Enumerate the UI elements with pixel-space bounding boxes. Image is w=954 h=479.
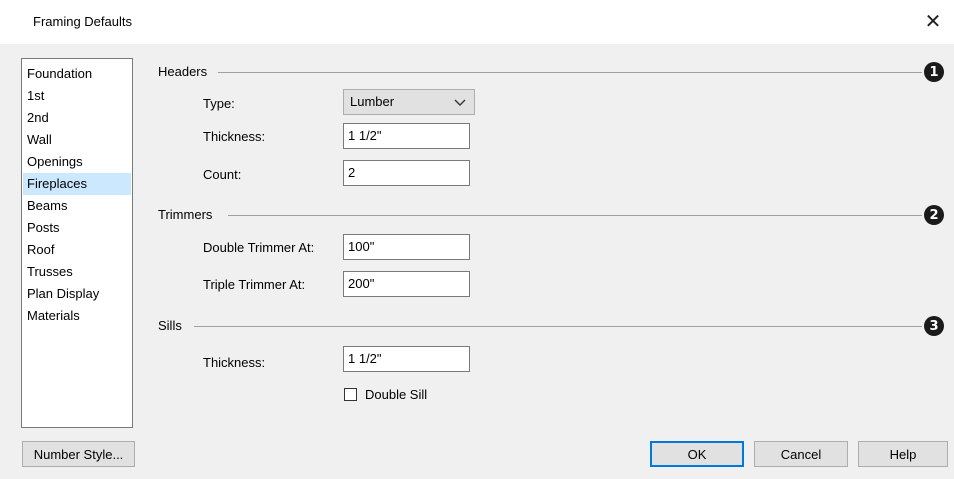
headers-section-label: Headers xyxy=(158,64,208,79)
close-icon: ✕ xyxy=(924,10,942,33)
sill-thickness-input[interactable]: 1 1/2" xyxy=(343,346,470,372)
triple-trimmer-label: Triple Trimmer At: xyxy=(203,277,306,292)
cancel-button[interactable]: Cancel xyxy=(754,441,848,467)
double-sill-label[interactable]: Double Sill xyxy=(365,387,427,402)
header-type-value: Lumber xyxy=(350,94,395,109)
nav-item-plan-display[interactable]: Plan Display xyxy=(23,283,131,305)
headers-divider xyxy=(218,72,922,73)
dialog-title: Framing Defaults xyxy=(33,14,132,29)
category-list[interactable]: Foundation 1st 2nd Wall Openings Firepla… xyxy=(21,58,133,428)
framing-defaults-dialog: Framing Defaults ✕ Foundation 1st 2nd Wa… xyxy=(0,0,954,479)
nav-item-fireplaces[interactable]: Fireplaces xyxy=(23,173,131,195)
close-button[interactable]: ✕ xyxy=(920,8,946,34)
sills-section-label: Sills xyxy=(158,318,182,333)
callout-badge-2: 2 xyxy=(924,205,944,225)
nav-item-openings[interactable]: Openings xyxy=(23,151,131,173)
double-sill-checkbox[interactable] xyxy=(344,388,357,401)
callout-badge-1: 1 xyxy=(924,62,944,82)
header-type-select[interactable]: Lumber xyxy=(343,89,475,115)
header-thickness-input[interactable]: 1 1/2" xyxy=(343,123,470,149)
nav-item-beams[interactable]: Beams xyxy=(23,195,131,217)
trimmers-section-label: Trimmers xyxy=(158,207,213,222)
triple-trimmer-input[interactable]: 200" xyxy=(343,271,470,297)
nav-item-posts[interactable]: Posts xyxy=(23,217,131,239)
nav-item-foundation[interactable]: Foundation xyxy=(23,63,131,85)
header-count-label: Count: xyxy=(203,167,242,182)
sills-divider xyxy=(194,326,922,327)
nav-item-trusses[interactable]: Trusses xyxy=(23,261,131,283)
number-style-button[interactable]: Number Style... xyxy=(22,441,135,467)
nav-item-materials[interactable]: Materials xyxy=(23,305,131,327)
nav-item-2nd[interactable]: 2nd xyxy=(23,107,131,129)
callout-badge-3: 3 xyxy=(924,316,944,336)
chevron-down-icon xyxy=(454,99,466,106)
double-trimmer-input[interactable]: 100" xyxy=(343,234,470,260)
nav-item-wall[interactable]: Wall xyxy=(23,129,131,151)
sill-thickness-label: Thickness: xyxy=(203,355,266,370)
ok-button[interactable]: OK xyxy=(650,441,744,467)
trimmers-divider xyxy=(228,215,922,216)
double-trimmer-label: Double Trimmer At: xyxy=(203,240,315,255)
nav-item-roof[interactable]: Roof xyxy=(23,239,131,261)
nav-item-1st[interactable]: 1st xyxy=(23,85,131,107)
header-count-input[interactable]: 2 xyxy=(343,160,470,186)
help-button[interactable]: Help xyxy=(858,441,948,467)
header-thickness-label: Thickness: xyxy=(203,129,266,144)
title-bar: Framing Defaults ✕ xyxy=(0,0,954,44)
header-type-label: Type: xyxy=(203,96,235,111)
